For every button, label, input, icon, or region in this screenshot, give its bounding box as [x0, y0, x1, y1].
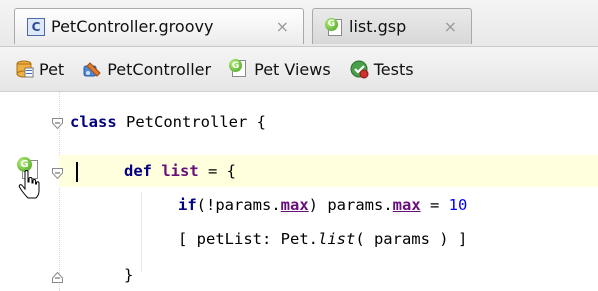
close-icon[interactable]: × [444, 17, 457, 36]
nav-label: Pet [39, 59, 65, 79]
close-icon[interactable]: × [276, 17, 289, 36]
fold-marker-icon[interactable] [52, 168, 63, 179]
nav-pet-controller[interactable]: PetController [82, 59, 211, 79]
fold-marker-icon[interactable] [52, 118, 63, 129]
nav-pet-views[interactable]: G Pet Views [229, 59, 331, 79]
code-line-2: def list = { [124, 162, 236, 180]
controller-icon [83, 62, 101, 77]
grails-view-icon: G [325, 17, 343, 36]
code-editor[interactable]: G class PetController { def list = { if(… [0, 92, 598, 291]
tests-icon [350, 60, 369, 79]
fold-end-marker-icon[interactable] [52, 272, 63, 283]
code-line-1: class PetController { [70, 113, 266, 131]
code-line-4: [ petList: Pet.list( params ) ] [178, 230, 468, 248]
domain-class-icon [16, 60, 34, 78]
class-file-icon: C [27, 17, 45, 36]
text-caret [76, 162, 78, 182]
nav-tests[interactable]: Tests [349, 59, 414, 79]
nav-label: PetController [107, 59, 212, 79]
tab-list-gsp[interactable]: G list.gsp × [312, 8, 472, 44]
hand-cursor-icon [18, 170, 40, 199]
tab-label: PetController.groovy [51, 17, 214, 36]
grails-navigation-bar: Pet PetController G Pet Views Tests [0, 47, 598, 92]
nav-pet[interactable]: Pet [14, 59, 64, 79]
grails-view-icon: G [229, 59, 249, 79]
tab-label: list.gsp [349, 17, 407, 36]
nav-label: Pet Views [254, 59, 331, 79]
code-line-5: } [124, 266, 134, 284]
tab-pet-controller-groovy[interactable]: C PetController.groovy × [14, 8, 304, 44]
editor-tab-strip: C PetController.groovy × G list.gsp × [0, 0, 598, 47]
indent-guide [141, 192, 142, 272]
nav-label: Tests [373, 59, 414, 79]
code-line-3: if(!params.max) params.max = 10 [178, 196, 468, 214]
